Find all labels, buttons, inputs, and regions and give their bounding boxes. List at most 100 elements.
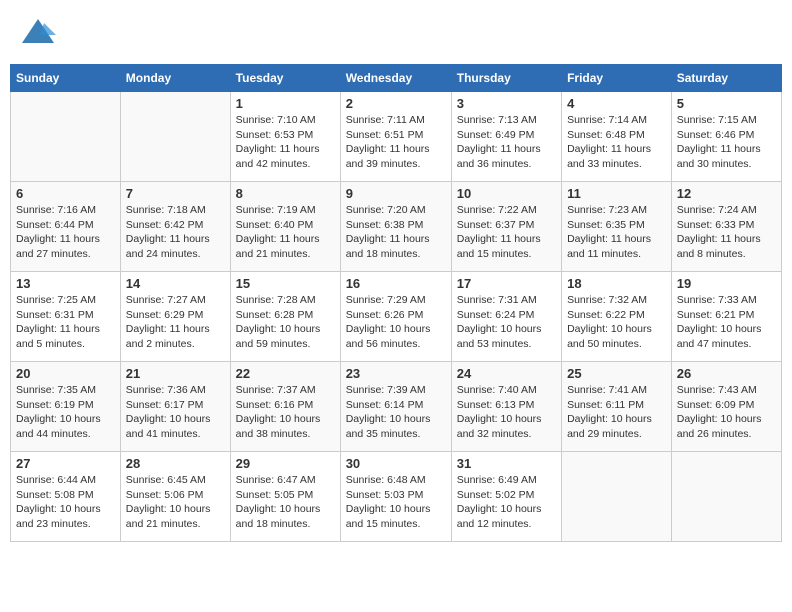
day-number: 23 [346, 366, 446, 381]
weekday-header-thursday: Thursday [451, 65, 561, 92]
calendar-header-row: SundayMondayTuesdayWednesdayThursdayFrid… [11, 65, 782, 92]
day-info: Sunrise: 6:49 AM Sunset: 5:02 PM Dayligh… [457, 473, 556, 532]
day-info: Sunrise: 7:18 AM Sunset: 6:42 PM Dayligh… [126, 203, 225, 262]
day-number: 18 [567, 276, 666, 291]
day-number: 26 [677, 366, 776, 381]
day-number: 5 [677, 96, 776, 111]
calendar-cell: 8Sunrise: 7:19 AM Sunset: 6:40 PM Daylig… [230, 182, 340, 272]
day-info: Sunrise: 6:44 AM Sunset: 5:08 PM Dayligh… [16, 473, 115, 532]
calendar-cell: 9 Sunrise: 7:20 AM Sunset: 6:38 PM Daylig… [340, 182, 451, 272]
calendar-cell: 15 Sunrise: 7:28 AM Sunset: 6:28 PM Dayli… [230, 272, 340, 362]
day-info: Sunrise: 7:15 AM Sunset: 6:46 PM Dayligh… [677, 113, 776, 172]
day-number: 24 [457, 366, 556, 381]
day-number: 10 [457, 186, 556, 201]
day-info: Sunrise: 7:43 AM Sunset: 6:09 PM Dayligh… [677, 383, 776, 442]
calendar-cell: 1 Sunrise: 7:10 AM Sunset: 6:53 PM Daylig… [230, 92, 340, 182]
day-info: Sunrise: 7:29 AM Sunset: 6:26 PM Dayligh… [346, 293, 446, 352]
day-number: 29 [236, 456, 335, 471]
calendar-cell: 13Sunrise: 7:25 AM Sunset: 6:31 PM Dayli… [11, 272, 121, 362]
day-number: 20 [16, 366, 115, 381]
calendar-cell: 11 Sunrise: 7:23 AM Sunset: 6:35 PM Dayli… [562, 182, 672, 272]
calendar-cell: 19Sunrise: 7:33 AM Sunset: 6:21 PM Dayli… [671, 272, 781, 362]
day-number: 21 [126, 366, 225, 381]
calendar-cell [562, 452, 672, 542]
calendar-week-row: 13Sunrise: 7:25 AM Sunset: 6:31 PM Dayli… [11, 272, 782, 362]
day-number: 1 [236, 96, 335, 111]
day-info: Sunrise: 7:24 AM Sunset: 6:33 PM Dayligh… [677, 203, 776, 262]
day-number: 6 [16, 186, 115, 201]
day-number: 30 [346, 456, 446, 471]
day-info: Sunrise: 7:23 AM Sunset: 6:35 PM Dayligh… [567, 203, 666, 262]
weekday-header-saturday: Saturday [671, 65, 781, 92]
calendar-cell: 24 Sunrise: 7:40 AM Sunset: 6:13 PM Dayli… [451, 362, 561, 452]
day-number: 25 [567, 366, 666, 381]
calendar-cell [120, 92, 230, 182]
calendar-cell: 28 Sunrise: 6:45 AM Sunset: 5:06 PM Dayli… [120, 452, 230, 542]
calendar-week-row: 20 Sunrise: 7:35 AM Sunset: 6:19 PM Dayli… [11, 362, 782, 452]
day-info: Sunrise: 6:48 AM Sunset: 5:03 PM Dayligh… [346, 473, 446, 532]
day-number: 14 [126, 276, 225, 291]
day-info: Sunrise: 7:41 AM Sunset: 6:11 PM Dayligh… [567, 383, 666, 442]
day-info: Sunrise: 6:45 AM Sunset: 5:06 PM Dayligh… [126, 473, 225, 532]
calendar-cell [671, 452, 781, 542]
calendar-cell: 2 Sunrise: 7:11 AM Sunset: 6:51 PM Daylig… [340, 92, 451, 182]
day-number: 28 [126, 456, 225, 471]
calendar-cell: 3Sunrise: 7:13 AM Sunset: 6:49 PM Daylig… [451, 92, 561, 182]
day-info: Sunrise: 7:40 AM Sunset: 6:13 PM Dayligh… [457, 383, 556, 442]
calendar-cell: 23 Sunrise: 7:39 AM Sunset: 6:14 PM Dayli… [340, 362, 451, 452]
day-info: Sunrise: 7:13 AM Sunset: 6:49 PM Dayligh… [457, 113, 556, 172]
day-info: Sunrise: 7:28 AM Sunset: 6:28 PM Dayligh… [236, 293, 335, 352]
day-number: 22 [236, 366, 335, 381]
calendar-cell: 6 Sunrise: 7:16 AM Sunset: 6:44 PM Daylig… [11, 182, 121, 272]
calendar-cell: 22 Sunrise: 7:37 AM Sunset: 6:16 PM Dayli… [230, 362, 340, 452]
day-info: Sunrise: 7:22 AM Sunset: 6:37 PM Dayligh… [457, 203, 556, 262]
day-number: 16 [346, 276, 446, 291]
day-info: Sunrise: 7:32 AM Sunset: 6:22 PM Dayligh… [567, 293, 666, 352]
calendar-cell: 29 Sunrise: 6:47 AM Sunset: 5:05 PM Dayli… [230, 452, 340, 542]
page-header [10, 10, 782, 56]
calendar-cell: 10 Sunrise: 7:22 AM Sunset: 6:37 PM Dayli… [451, 182, 561, 272]
calendar-cell: 21Sunrise: 7:36 AM Sunset: 6:17 PM Dayli… [120, 362, 230, 452]
day-info: Sunrise: 7:20 AM Sunset: 6:38 PM Dayligh… [346, 203, 446, 262]
day-info: Sunrise: 7:39 AM Sunset: 6:14 PM Dayligh… [346, 383, 446, 442]
weekday-header-friday: Friday [562, 65, 672, 92]
calendar-cell: 4 Sunrise: 7:14 AM Sunset: 6:48 PM Daylig… [562, 92, 672, 182]
weekday-header-sunday: Sunday [11, 65, 121, 92]
calendar-cell [11, 92, 121, 182]
day-info: Sunrise: 6:47 AM Sunset: 5:05 PM Dayligh… [236, 473, 335, 532]
calendar-week-row: 27Sunrise: 6:44 AM Sunset: 5:08 PM Dayli… [11, 452, 782, 542]
day-number: 7 [126, 186, 225, 201]
day-info: Sunrise: 7:10 AM Sunset: 6:53 PM Dayligh… [236, 113, 335, 172]
calendar-cell: 20 Sunrise: 7:35 AM Sunset: 6:19 PM Dayli… [11, 362, 121, 452]
day-info: Sunrise: 7:16 AM Sunset: 6:44 PM Dayligh… [16, 203, 115, 262]
day-number: 12 [677, 186, 776, 201]
day-number: 15 [236, 276, 335, 291]
calendar-cell: 30 Sunrise: 6:48 AM Sunset: 5:03 PM Dayli… [340, 452, 451, 542]
day-number: 4 [567, 96, 666, 111]
day-number: 13 [16, 276, 115, 291]
weekday-header-wednesday: Wednesday [340, 65, 451, 92]
calendar-week-row: 6 Sunrise: 7:16 AM Sunset: 6:44 PM Daylig… [11, 182, 782, 272]
day-info: Sunrise: 7:14 AM Sunset: 6:48 PM Dayligh… [567, 113, 666, 172]
weekday-header-tuesday: Tuesday [230, 65, 340, 92]
calendar-cell: 14Sunrise: 7:27 AM Sunset: 6:29 PM Dayli… [120, 272, 230, 362]
day-number: 2 [346, 96, 446, 111]
calendar-week-row: 1 Sunrise: 7:10 AM Sunset: 6:53 PM Daylig… [11, 92, 782, 182]
day-number: 8 [236, 186, 335, 201]
day-info: Sunrise: 7:37 AM Sunset: 6:16 PM Dayligh… [236, 383, 335, 442]
day-info: Sunrise: 7:35 AM Sunset: 6:19 PM Dayligh… [16, 383, 115, 442]
day-info: Sunrise: 7:33 AM Sunset: 6:21 PM Dayligh… [677, 293, 776, 352]
calendar-cell: 7 Sunrise: 7:18 AM Sunset: 6:42 PM Daylig… [120, 182, 230, 272]
weekday-header-monday: Monday [120, 65, 230, 92]
day-number: 9 [346, 186, 446, 201]
calendar-cell: 31 Sunrise: 6:49 AM Sunset: 5:02 PM Dayli… [451, 452, 561, 542]
calendar-table: SundayMondayTuesdayWednesdayThursdayFrid… [10, 64, 782, 542]
day-number: 17 [457, 276, 556, 291]
calendar-cell: 17Sunrise: 7:31 AM Sunset: 6:24 PM Dayli… [451, 272, 561, 362]
calendar-cell: 27Sunrise: 6:44 AM Sunset: 5:08 PM Dayli… [11, 452, 121, 542]
calendar-cell: 26 Sunrise: 7:43 AM Sunset: 6:09 PM Dayli… [671, 362, 781, 452]
logo-icon [20, 15, 56, 51]
day-number: 11 [567, 186, 666, 201]
day-info: Sunrise: 7:11 AM Sunset: 6:51 PM Dayligh… [346, 113, 446, 172]
day-number: 31 [457, 456, 556, 471]
